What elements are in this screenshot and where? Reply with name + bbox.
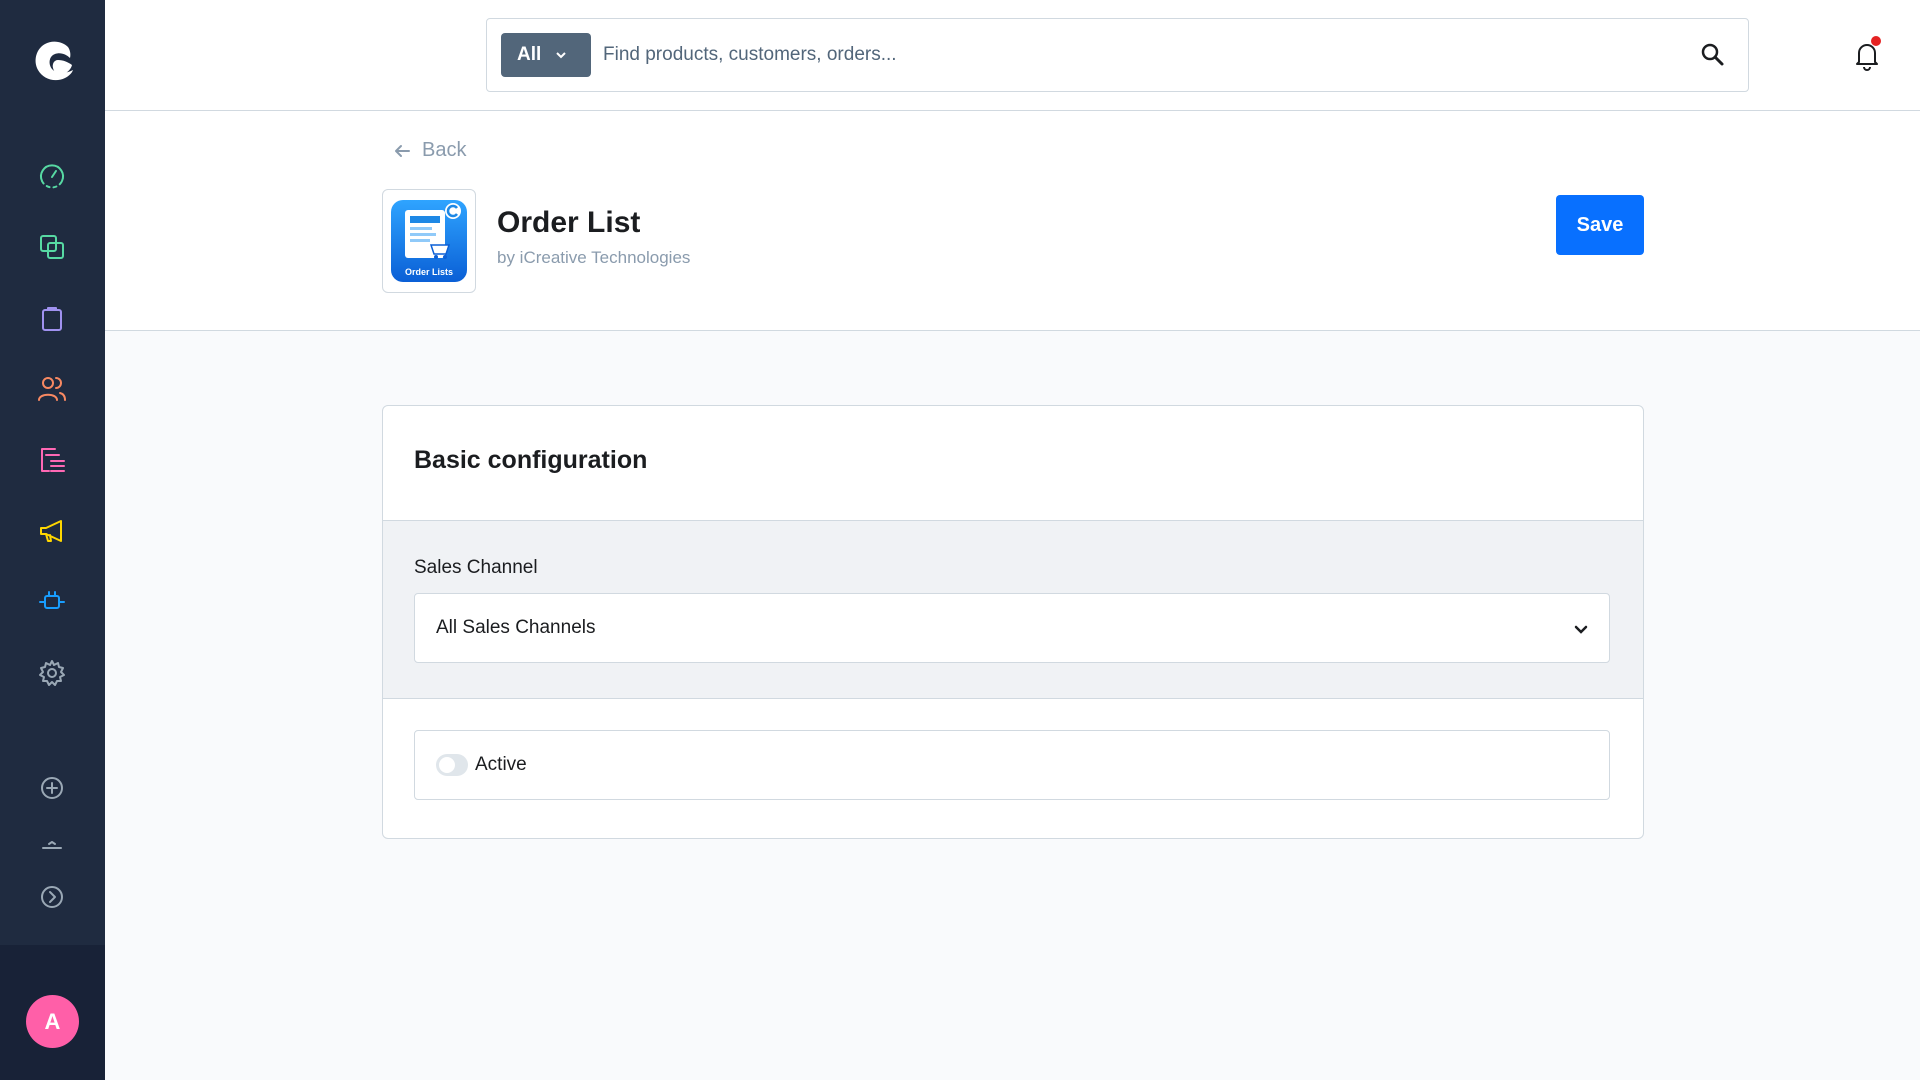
top-bar: All: [105, 0, 1920, 111]
dashboard-gauge-icon: [40, 164, 64, 189]
card-title: Basic configuration: [414, 446, 648, 474]
sidebar-account-area: A: [0, 945, 105, 1080]
extensions-plug-icon: [39, 591, 65, 609]
partial-icon: [42, 841, 62, 849]
settings-gear-icon: [39, 660, 65, 686]
sidebar-item-marketing[interactable]: [36, 515, 68, 547]
search-scope-dropdown[interactable]: All: [501, 33, 591, 77]
sidebar-item-extensions[interactable]: [36, 586, 68, 618]
active-toggle-row: Active: [414, 730, 1610, 800]
arrow-left-icon: [395, 144, 410, 157]
sidebar-item-orders[interactable]: [36, 302, 68, 334]
back-label: Back: [422, 139, 467, 161]
active-label: Active: [475, 754, 527, 775]
order-list-app-icon: Order Lists: [391, 200, 467, 282]
sidebar-item-settings[interactable]: [36, 657, 68, 689]
sidebar-partial-item[interactable]: [36, 836, 68, 850]
back-link[interactable]: Back: [392, 139, 466, 162]
sales-channel-select[interactable]: All Sales Channels: [414, 593, 1610, 663]
app-vendor: by iCreative Technologies: [497, 248, 691, 267]
shopware-logo-icon[interactable]: [28, 36, 78, 86]
save-button[interactable]: Save: [1556, 195, 1644, 255]
page-header: Back Order Lists Order List by iCreative…: [105, 111, 1920, 331]
page-title: Order List: [497, 206, 641, 239]
sidebar-item-customers[interactable]: [36, 373, 68, 405]
plus-circle-icon: [41, 777, 63, 799]
sidebar: A: [0, 0, 105, 1080]
global-search: All: [486, 18, 1749, 92]
avatar[interactable]: A: [26, 995, 79, 1048]
active-toggle[interactable]: [436, 754, 468, 776]
sidebar-item-content[interactable]: [36, 444, 68, 476]
sales-channel-value: All Sales Channels: [436, 617, 596, 638]
search-input[interactable]: [603, 33, 1663, 77]
orders-bag-icon: [42, 307, 62, 331]
notification-badge: [1871, 36, 1881, 46]
sales-channel-section: Sales Channel All Sales Channels: [383, 520, 1643, 699]
app-thumbnail: Order Lists: [382, 189, 476, 293]
basic-configuration-card: Basic configuration Sales Channel All Sa…: [382, 405, 1644, 839]
sidebar-item-dashboard[interactable]: [36, 160, 68, 192]
app-thumb-caption: Order Lists: [405, 267, 453, 277]
sidebar-add-button[interactable]: [36, 772, 68, 804]
chevron-down-icon: [1574, 625, 1588, 634]
chevron-right-circle-icon: [41, 886, 63, 908]
sidebar-item-catalogues[interactable]: [36, 231, 68, 263]
marketing-megaphone-icon: [40, 520, 62, 542]
sales-channel-label: Sales Channel: [414, 557, 538, 578]
search-icon[interactable]: [1699, 41, 1727, 69]
catalogues-copy-icon: [40, 235, 64, 259]
search-scope-label: All: [517, 44, 542, 65]
content-list-icon: [41, 448, 65, 472]
chevron-down-icon: [556, 52, 566, 59]
customers-users-icon: [38, 377, 66, 401]
sidebar-expand-button[interactable]: [36, 881, 68, 913]
